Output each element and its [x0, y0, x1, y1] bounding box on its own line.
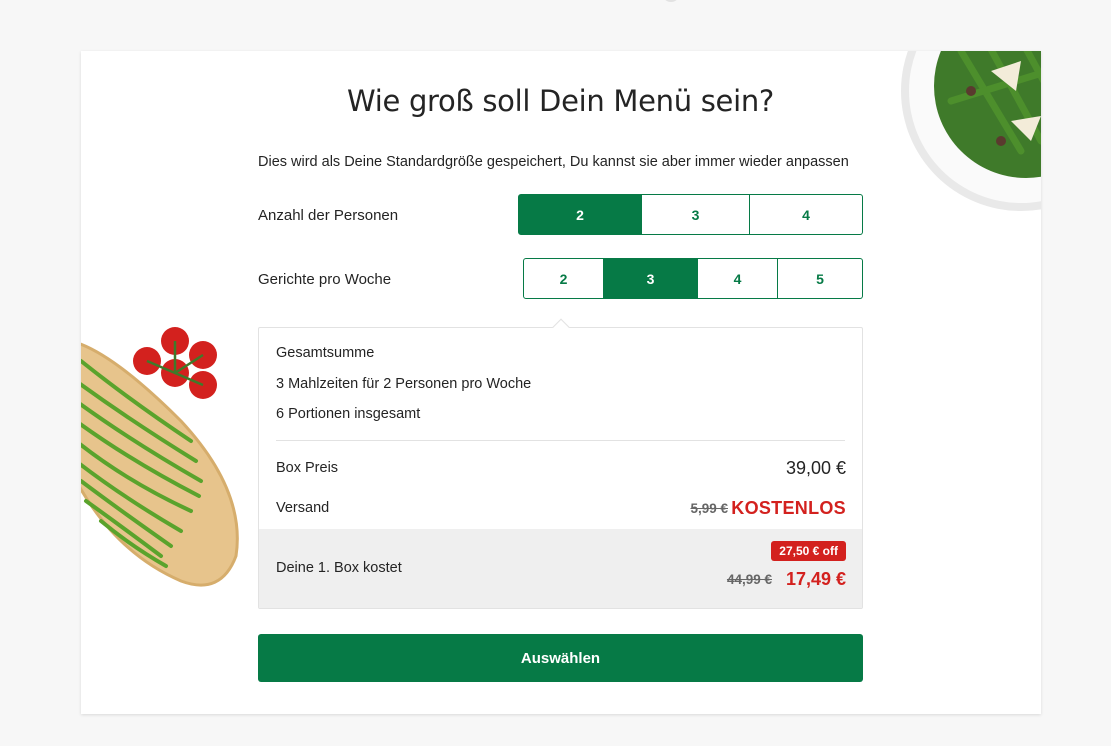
shipping-label: Versand — [276, 500, 330, 516]
summary-meals-text: 3 Mahlzeiten für 2 Personen pro Woche — [276, 376, 532, 392]
page-subtitle: Dies wird als Deine Standardgröße gespei… — [258, 154, 849, 170]
summary-notch — [552, 318, 570, 336]
persons-selector: 2 3 4 — [518, 194, 863, 235]
persons-option-3[interactable]: 3 — [642, 194, 750, 235]
summary-heading: Gesamtsumme — [276, 345, 375, 361]
box-price-value: 39,00 € — [785, 458, 846, 478]
summary-divider — [276, 440, 845, 441]
price-summary: Gesamtsumme 3 Mahlzeiten für 2 Personen … — [258, 318, 863, 609]
persons-option-4[interactable]: 4 — [750, 194, 863, 235]
shipping-old-price: 5,99 € — [690, 501, 728, 516]
meals-option-2[interactable]: 2 — [523, 258, 604, 299]
persons-label: Anzahl der Personen — [258, 207, 399, 224]
meals-option-5[interactable]: 5 — [778, 258, 863, 299]
meals-label: Gerichte pro Woche — [258, 271, 392, 288]
first-box-total: Deine 1. Box kostet 27,50 € off 44,99 € … — [259, 529, 862, 608]
first-box-label: Deine 1. Box kostet — [276, 560, 402, 576]
meals-selector: 2 3 4 5 — [523, 258, 863, 299]
salad-plate-image — [901, 51, 1041, 211]
shipping-free-label: KOSTENLOS — [731, 498, 846, 518]
first-box-old-price: 44,99 € — [726, 572, 772, 587]
first-box-new-price: 17,49 € — [785, 569, 846, 589]
page-title: Wie groß soll Dein Menü sein? — [346, 84, 774, 118]
summary-portions-text: 6 Portionen insgesamt — [276, 406, 421, 422]
tomatoes-image — [133, 327, 217, 399]
top-indicator — [664, 0, 678, 2]
select-button[interactable]: Auswählen — [258, 634, 863, 682]
menu-size-card: Wie groß soll Dein Menü sein? Dies wird … — [81, 51, 1041, 714]
discount-badge: 27,50 € off — [771, 541, 846, 561]
box-price-label: Box Preis — [276, 460, 339, 476]
meals-option-4[interactable]: 4 — [698, 258, 778, 299]
persons-option-2[interactable]: 2 — [518, 194, 642, 235]
meals-option-3[interactable]: 3 — [604, 258, 698, 299]
